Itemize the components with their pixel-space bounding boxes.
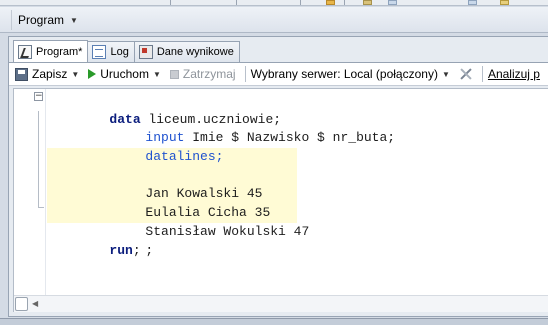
- chevron-down-icon[interactable]: ▼: [153, 70, 161, 79]
- program-pane: Program* Log Dane wynikowe Zapisz ▼ Uruc…: [8, 36, 548, 317]
- tab-log[interactable]: Log: [87, 41, 135, 62]
- save-button[interactable]: Zapisz ▼: [15, 67, 79, 81]
- run-button[interactable]: Uruchom ▼: [88, 67, 161, 81]
- program-icon: [18, 44, 32, 59]
- code-text: ;: [132, 242, 141, 258]
- toolbar-window-icon[interactable]: [388, 0, 397, 5]
- top-toolbar-fragment: [0, 0, 548, 6]
- tab-label: Dane wynikowe: [156, 46, 234, 58]
- server-selector[interactable]: Wybrany serwer: Local (połączony) ▼: [251, 67, 450, 81]
- results-icon: [138, 45, 153, 59]
- code-text: Eulalia Cicha 35: [145, 205, 271, 221]
- chevron-down-icon: ▼: [441, 69, 450, 79]
- code-line: input Imie $ Nazwisko $ nr_buta;: [14, 111, 548, 145]
- keyword: run: [109, 242, 133, 258]
- disconnect-icon: [459, 67, 473, 81]
- save-label: Zapisz: [32, 67, 68, 81]
- datalines-row: Stanisław Wokulski 47: [14, 185, 548, 239]
- toolbar-window-icon[interactable]: [468, 0, 477, 5]
- code-text: Imie $ Nazwisko $ nr_buta;: [184, 130, 396, 146]
- window-title: Program: [18, 13, 65, 27]
- scroll-left-icon[interactable]: ◀: [32, 299, 38, 308]
- code-line: ;: [14, 204, 548, 258]
- code-text: Jan Kowalski 45: [145, 186, 263, 202]
- code-editor[interactable]: − data liceum.uczniowie; input Imie $ Na…: [13, 88, 548, 312]
- code-content: data liceum.uczniowie; input Imie $ Nazw…: [14, 92, 548, 258]
- play-icon: [88, 69, 97, 79]
- analyze-button[interactable]: Analizuj p: [488, 67, 540, 81]
- keyword: input: [145, 130, 185, 146]
- stop-button[interactable]: Zatrzymaj: [169, 67, 236, 81]
- toolbar-folder-icon[interactable]: [500, 0, 509, 5]
- server-label: Wybrany serwer: Local (połączony): [250, 67, 438, 81]
- chevron-down-icon: ▼: [70, 15, 78, 25]
- tab-results[interactable]: Dane wynikowe: [133, 41, 240, 62]
- datalines-row: Eulalia Cicha 35: [14, 166, 548, 220]
- chevron-down-icon[interactable]: ▼: [71, 70, 79, 79]
- stop-label: Zatrzymaj: [182, 67, 236, 81]
- run-label: Uruchom: [100, 67, 149, 81]
- analyze-label: Analizuj p: [487, 67, 540, 81]
- tab-label: Log: [110, 46, 129, 58]
- tab-program[interactable]: Program*: [13, 40, 89, 62]
- scrollbar-thumb[interactable]: [15, 297, 28, 311]
- horizontal-scrollbar[interactable]: ◀: [14, 295, 548, 312]
- editor-toolbar: Zapisz ▼ Uruchom ▼ Zatrzymaj Wybrany ser…: [9, 62, 548, 86]
- code-text: ;: [145, 242, 154, 258]
- log-icon: [92, 45, 107, 59]
- tab-bar: Program* Log Dane wynikowe: [13, 40, 240, 62]
- save-icon: [15, 67, 28, 81]
- disconnect-button[interactable]: [459, 67, 473, 81]
- toolbar-folder-icon[interactable]: [363, 0, 372, 5]
- toolbar-folder-icon[interactable]: [326, 0, 335, 5]
- code-text: liceum.uczniowie;: [140, 111, 282, 127]
- keyword: data: [109, 111, 141, 127]
- stop-icon: [169, 69, 179, 79]
- code-text: Stanisław Wokulski 47: [145, 223, 310, 239]
- tab-label: Program*: [36, 45, 83, 58]
- datalines-row: Jan Kowalski 45: [14, 148, 548, 201]
- code-line: data liceum.uczniowie;: [14, 92, 548, 127]
- keyword: datalines;: [145, 149, 224, 165]
- bottom-panel-edge: [0, 318, 548, 325]
- window-header: Program ▼: [0, 7, 548, 33]
- window-title-dropdown[interactable]: Program ▼: [11, 10, 84, 30]
